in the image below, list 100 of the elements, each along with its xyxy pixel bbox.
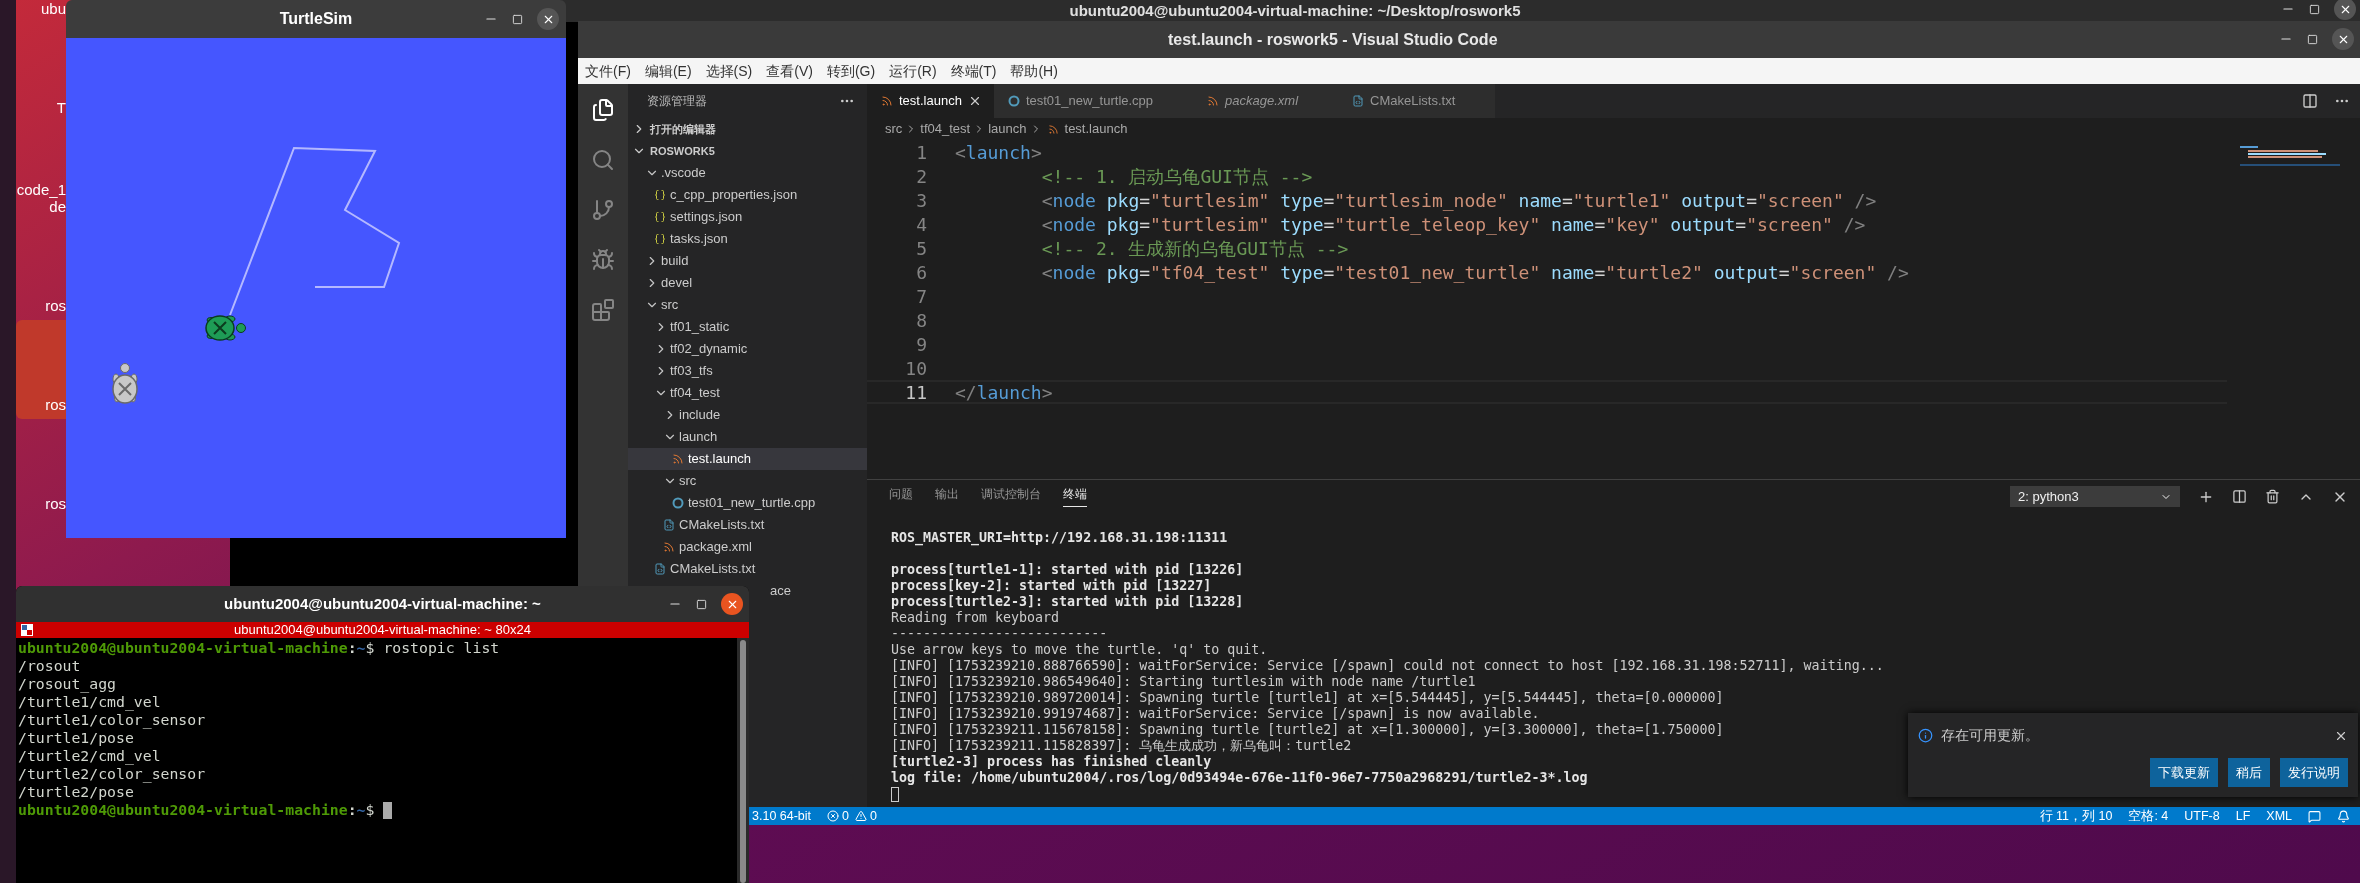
split-icon[interactable] (2232, 489, 2247, 504)
desktop-icon[interactable]: T (16, 23, 66, 122)
extensions-icon[interactable] (591, 298, 615, 322)
notification-button[interactable]: 稍后 (2228, 758, 2270, 787)
menu-item[interactable]: 转到(G) (825, 60, 877, 82)
tree-item[interactable]: settings.json (628, 206, 867, 228)
prompt-user: ubuntu2004@ubuntu2004-virtual-machine (18, 801, 348, 819)
menu-item[interactable]: 帮助(H) (1009, 60, 1059, 82)
code-line: <launch> (954, 140, 1042, 165)
search-icon[interactable] (591, 148, 615, 172)
trash-icon[interactable] (2265, 489, 2280, 504)
editor-tab[interactable]: CMakeLists.txt (1338, 84, 1496, 118)
maximize-icon[interactable] (2307, 33, 2318, 45)
breadcrumb-item[interactable]: launch (988, 119, 1027, 139)
breadcrumb-item[interactable]: tf04_test (920, 119, 971, 139)
editor-tab[interactable]: package.xml (1193, 84, 1339, 118)
code-line: </launch> (954, 380, 1053, 405)
tab-label: package.xml (1225, 92, 1299, 111)
status-item[interactable]: 空格: 4 (2128, 806, 2169, 826)
menu-item[interactable]: 选择(S) (704, 60, 754, 82)
menu-item[interactable]: 文件(F) (584, 60, 632, 82)
rss-icon (881, 95, 893, 107)
tab-title: ubuntu2004@ubuntu2004-virtual-machine: ~ 80x24 (234, 621, 531, 640)
tree-item[interactable]: src (628, 294, 867, 316)
warning-count[interactable]: 0 (870, 806, 877, 826)
tree-item[interactable]: test.launch (628, 448, 867, 470)
tree-item[interactable]: CMakeLists.txt (628, 514, 867, 536)
tree-item[interactable]: tf04_test (628, 382, 867, 404)
branch-icon[interactable] (591, 198, 615, 222)
desktop-icon[interactable]: ubu (16, 0, 66, 23)
terminal-line: [INFO] [1753239211.115828397]: 乌龟生成成功，新乌龟叫：turtle2 (891, 738, 1352, 754)
panel-tab[interactable]: 输出 (935, 485, 959, 503)
breadcrumb-item[interactable]: test.launch (1064, 119, 1128, 139)
tab-label: CMakeLists.txt (1370, 92, 1456, 111)
split-editor-icon[interactable] (2302, 93, 2318, 109)
status-item[interactable]: LF (2235, 806, 2251, 826)
terminal-line: [INFO] [1753239210.989720014]: Spawning turtle [turtle1] at x=[5.544445], y=[5.544445], theta=[0.000000] (891, 690, 1724, 706)
menu-item[interactable]: 终端(T) (949, 60, 998, 82)
line-number: 7 (915, 284, 927, 309)
section-title: 打开的编辑器 (650, 121, 716, 137)
terminal-dropdown[interactable]: 2: python3 (2010, 486, 2180, 507)
prompt-sigil: $ (365, 801, 375, 819)
icon-label: ros (45, 495, 66, 512)
editor-tab[interactable]: test.launch (867, 84, 994, 118)
line-number: 8 (915, 308, 927, 333)
status-item[interactable]: 3.10 64-bit (752, 806, 812, 826)
menu-item[interactable]: 查看(V) (765, 60, 814, 82)
tree-item[interactable]: tf02_dynamic (628, 338, 867, 360)
rss-icon (1047, 123, 1059, 135)
error-count[interactable]: 0 (842, 806, 850, 826)
notification-button[interactable]: 发行说明 (2280, 758, 2348, 787)
section-header[interactable]: 打开的编辑器 (628, 118, 867, 140)
tree-item[interactable]: .vscode (628, 162, 867, 184)
tree-item[interactable]: package.xml (628, 536, 867, 558)
panel-tab[interactable]: 终端 (1063, 485, 1087, 507)
status-item[interactable]: XML (2266, 806, 2292, 826)
line-number: 3 (915, 188, 927, 213)
notification-button[interactable]: 下载更新 (2150, 758, 2218, 787)
tree-item[interactable]: c_cpp_properties.json (628, 184, 867, 206)
rss-icon (1207, 95, 1220, 107)
desktop-icon[interactable]: ros (16, 419, 66, 518)
section-title: ROSWORK5 (650, 143, 715, 159)
prompt-path: ~ (356, 801, 366, 819)
desktop-icon[interactable]: ros (16, 320, 66, 419)
desktop-icon[interactable]: ros (16, 221, 66, 320)
feedback-icon[interactable] (2308, 809, 2321, 823)
line-number: 4 (915, 212, 927, 237)
tree-item[interactable]: include (628, 404, 867, 426)
tree-item[interactable]: tasks.json (628, 228, 867, 250)
bell-icon[interactable] (2337, 809, 2350, 823)
terminal-line: [INFO] [1753239210.986549640]: Starting turtlesim with node name /turtle1 (891, 674, 1476, 690)
breadcrumb-item[interactable]: src (885, 119, 903, 139)
desktop-icon[interactable]: code_1 de (16, 122, 66, 221)
icon-label: de (49, 198, 66, 215)
tree-item[interactable]: test01_new_turtle.cpp (628, 492, 867, 514)
tree-item[interactable]: tf03_tfs (628, 360, 867, 382)
status-item[interactable]: 行 11，列 10 (2039, 806, 2113, 826)
tab-label: test.launch (899, 92, 962, 111)
tree-item[interactable]: ace (754, 580, 791, 602)
turtle-icon (112, 363, 138, 404)
menu-item[interactable]: 编辑(E) (643, 60, 693, 82)
maximize-icon[interactable] (696, 598, 707, 610)
status-item[interactable]: UTF-8 (2184, 806, 2220, 826)
tree-item[interactable]: CMakeLists.txt (628, 558, 867, 580)
bug-icon[interactable] (591, 248, 615, 272)
maximize-icon[interactable] (2309, 3, 2320, 15)
tree-item[interactable]: tf01_static (628, 316, 867, 338)
editor-tab[interactable]: test01_new_turtle.cpp (993, 84, 1194, 118)
tree-item[interactable]: launch (628, 426, 867, 448)
menu-item[interactable]: 运行(R) (888, 60, 938, 82)
tree-item[interactable]: devel (628, 272, 867, 294)
maximize-icon[interactable] (512, 13, 523, 25)
section-header[interactable]: ROSWORK5 (628, 140, 867, 162)
terminal-line: Reading from keyboard (891, 610, 1060, 626)
tree-item[interactable]: build (628, 250, 867, 272)
tree-item[interactable]: src (628, 470, 867, 492)
file-icon (672, 497, 684, 509)
panel-tab[interactable]: 问题 (889, 485, 913, 503)
files-icon[interactable] (591, 98, 615, 122)
panel-tab[interactable]: 调试控制台 (981, 485, 1041, 503)
